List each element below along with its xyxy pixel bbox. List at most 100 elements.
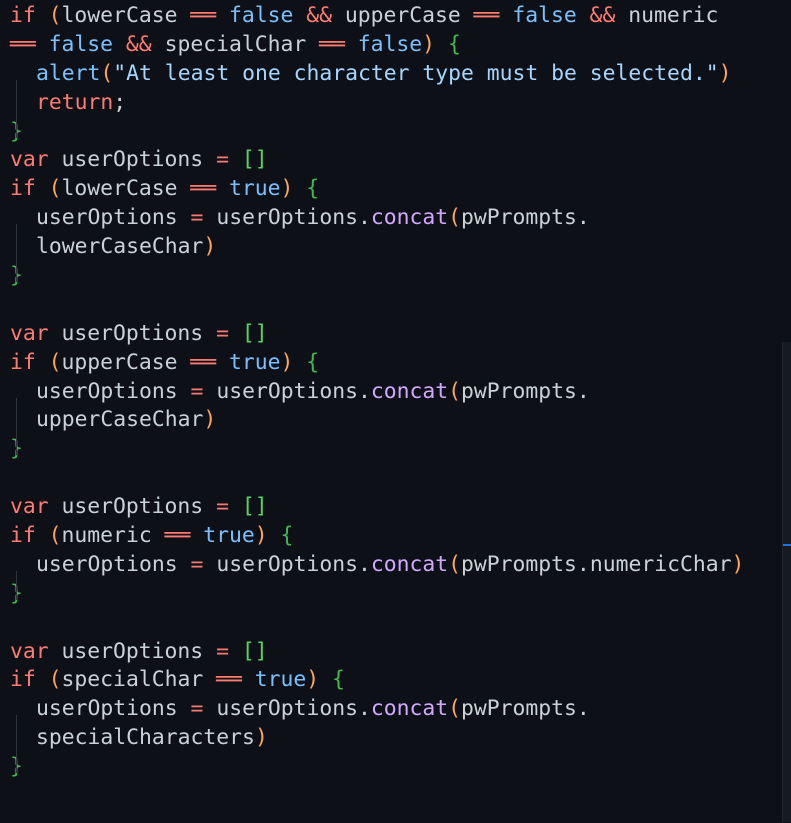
operator-token: && — [576, 3, 629, 28]
identifier-token: userOptions. — [203, 696, 371, 722]
code-line[interactable]: if (specialChar ══ true) { — [10, 666, 744, 695]
code-line[interactable]: upperCaseChar) — [10, 406, 744, 456]
identifier-token — [36, 667, 49, 692]
code-line[interactable]: var userOptions = [] — [10, 493, 744, 522]
brace-token: { — [447, 31, 461, 57]
code-line[interactable]: userOptions = userOptions.concat(pwPromp… — [10, 204, 744, 254]
code-line[interactable] — [10, 291, 744, 320]
paren-token: ( — [448, 378, 462, 404]
identifier-token: upperCase — [61, 349, 178, 375]
operator-token: ══ — [151, 523, 204, 549]
identifier-token — [36, 523, 49, 548]
paren-token: ) — [203, 407, 217, 433]
code-line[interactable]: var userOptions = [] — [10, 146, 744, 175]
paren-token: ) — [306, 667, 320, 693]
function-token: alert — [36, 60, 101, 86]
paren-token: ) — [203, 234, 217, 260]
boolean-token: false — [512, 3, 577, 28]
brace-token: { — [332, 667, 345, 693]
identifier-token: upperCase — [344, 3, 461, 28]
paren-token: ( — [448, 551, 462, 577]
keyword-token: if — [10, 523, 36, 549]
operator-token: ══ — [10, 31, 49, 57]
paren-token: ) — [731, 551, 745, 577]
string-token: "At least one character type must be sel… — [113, 60, 719, 86]
operator-token: ══ — [203, 667, 255, 693]
operator-token: ══ — [177, 176, 229, 202]
identifier-token — [36, 350, 49, 375]
code-line[interactable]: ══ false && specialChar ══ false) { — [10, 31, 744, 60]
code-editor[interactable]: if (lowerCase ══ false && upperCase ══ f… — [0, 0, 791, 823]
identifier-token — [229, 494, 242, 519]
code-line[interactable]: if (numeric ══ true) { — [10, 522, 744, 551]
keyword-token: if — [10, 667, 36, 693]
code-line[interactable]: if (lowerCase ══ false && upperCase ══ f… — [10, 2, 744, 31]
code-line[interactable]: lowerCaseChar) — [10, 233, 744, 283]
function-token: concat — [370, 551, 449, 577]
code-line[interactable]: } — [10, 580, 744, 609]
paren-token: ) — [280, 349, 294, 375]
operator-token: = — [216, 320, 229, 346]
identifier-token: userOptions — [48, 320, 217, 346]
function-token: concat — [370, 378, 449, 404]
code-line[interactable]: userOptions = userOptions.concat(pwPromp… — [10, 695, 744, 745]
identifier-token — [229, 147, 242, 172]
paren-token: ( — [48, 176, 62, 202]
keyword-token: if — [10, 349, 36, 375]
vertical-scrollbar-thumb[interactable] — [782, 342, 791, 822]
keyword-token: if — [10, 176, 36, 202]
boolean-token: true — [228, 176, 281, 202]
paren-token: ) — [254, 523, 268, 549]
vertical-scrollbar-track[interactable] — [782, 0, 791, 823]
keyword-token: return — [36, 89, 114, 115]
identifier-token — [36, 3, 49, 28]
identifier-token: userOptions. — [203, 378, 371, 404]
bracket-token: [] — [241, 320, 268, 346]
identifier-token: pwPrompts. — [461, 205, 590, 231]
code-area[interactable]: if (lowerCase ══ false && upperCase ══ f… — [10, 2, 744, 782]
code-line[interactable]: } — [10, 753, 744, 782]
code-line[interactable] — [10, 464, 744, 493]
operator-token: ══ — [460, 3, 513, 28]
code-line[interactable]: return; — [10, 89, 744, 138]
identifier-token — [435, 32, 448, 57]
identifier-token: userOptions — [48, 147, 217, 173]
identifier-token: upperCaseChar — [36, 407, 204, 433]
operator-token: && — [113, 31, 165, 57]
boolean-token: false — [357, 31, 423, 57]
code-line[interactable]: var userOptions = [] — [10, 638, 744, 667]
brace-token: { — [280, 523, 294, 549]
identifier-token: lowerCase — [61, 3, 178, 28]
code-line[interactable]: } — [10, 118, 744, 147]
code-line[interactable]: userOptions = userOptions.concat(pwPromp… — [10, 378, 744, 427]
code-line[interactable]: } — [10, 262, 744, 291]
identifier-token: specialChar — [164, 31, 307, 57]
code-line[interactable]: var userOptions = [] — [10, 320, 744, 349]
operator-token: = — [190, 378, 204, 404]
brace-token: { — [306, 176, 320, 202]
operator-token: = — [216, 147, 229, 173]
code-line[interactable]: if (upperCase ══ true) { — [10, 349, 744, 378]
identifier-token: specialCharacters — [36, 725, 255, 751]
boolean-token: false — [48, 31, 114, 57]
paren-token: ( — [48, 667, 62, 693]
paren-token: ( — [48, 523, 62, 549]
boolean-token: true — [254, 667, 307, 693]
code-line[interactable]: specialCharacters) — [10, 724, 744, 774]
code-line[interactable] — [10, 609, 744, 638]
identifier-token: userOptions — [36, 696, 191, 722]
code-line[interactable]: } — [10, 435, 744, 464]
paren-token: ( — [448, 696, 462, 722]
code-line[interactable]: if (lowerCase ══ true) { — [10, 175, 744, 204]
bracket-token: [] — [241, 147, 268, 173]
identifier-token: userOptions — [36, 378, 191, 404]
identifier-token: lowerCase — [61, 176, 178, 202]
keyword-token: if — [10, 3, 36, 28]
identifier-token: numeric — [61, 523, 152, 549]
code-line[interactable]: alert("At least one character type must … — [10, 60, 744, 109]
paren-token: ( — [48, 3, 62, 28]
paren-token: ( — [448, 205, 462, 231]
operator-token: && — [293, 3, 345, 28]
code-line[interactable]: userOptions = userOptions.concat(pwPromp… — [10, 551, 745, 600]
keyword-token: var — [10, 147, 49, 173]
